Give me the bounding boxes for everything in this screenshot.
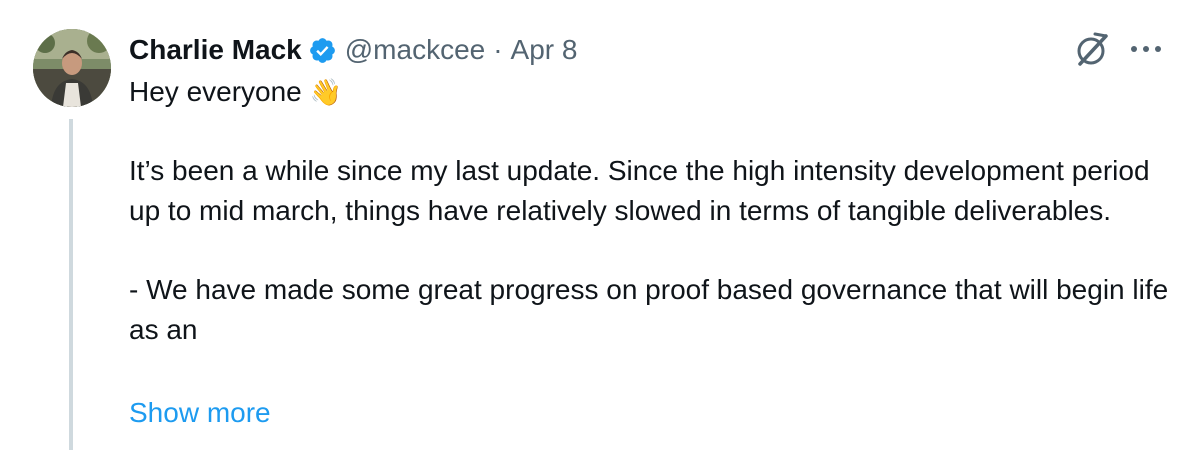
thread-connector-line: [69, 119, 73, 450]
tweet-greeting-line: Hey everyone 👋: [129, 72, 1179, 112]
tweet-paragraph-1: It’s been a while since my last update. …: [129, 155, 1150, 226]
avatar[interactable]: [33, 29, 111, 107]
author-display-name[interactable]: Charlie Mack: [129, 34, 302, 66]
tweet-paragraph-2: - We have made some great progress on pr…: [129, 274, 1169, 345]
waving-hand-emoji: 👋: [309, 77, 342, 107]
grok-icon[interactable]: [1072, 30, 1112, 70]
more-horizontal-icon[interactable]: [1126, 34, 1166, 64]
tweet-header: Charlie Mack @mackcee · Apr 8: [129, 30, 577, 70]
tweet-date[interactable]: Apr 8: [511, 34, 578, 66]
tweet-greeting: Hey everyone: [129, 76, 302, 107]
header-separator: ·: [493, 34, 503, 65]
tweet[interactable]: Charlie Mack @mackcee · Apr 8 Hey everyo…: [0, 0, 1200, 450]
tweet-text: Hey everyone 👋 It’s been a while since m…: [129, 72, 1179, 350]
show-more-link[interactable]: Show more: [129, 393, 271, 433]
author-handle[interactable]: @mackcee: [345, 34, 485, 66]
avatar-photo: [33, 29, 111, 107]
verified-badge-icon: [308, 36, 337, 65]
